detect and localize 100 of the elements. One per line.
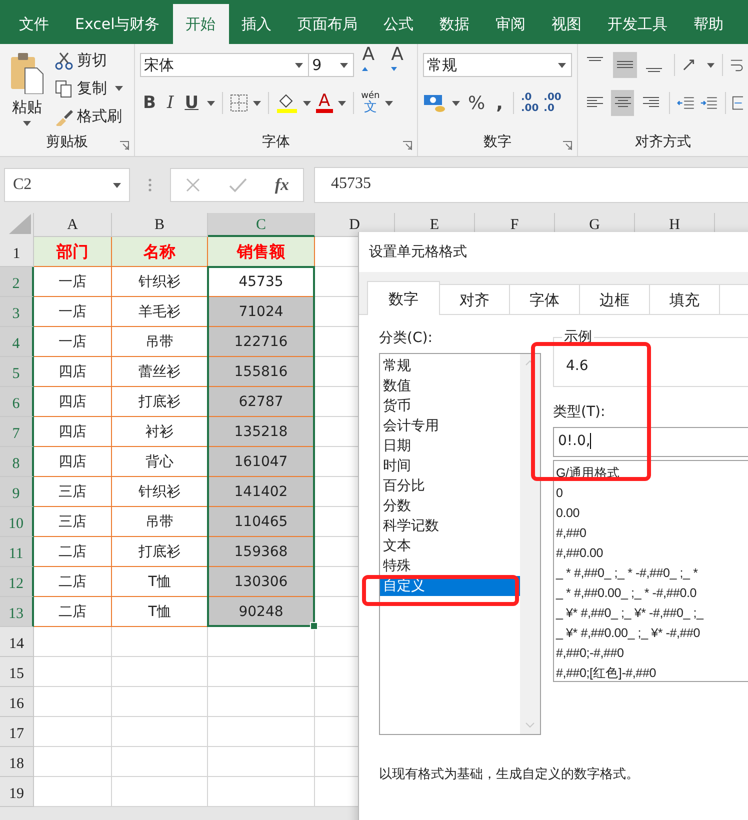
category-list[interactable]: 常规 数值 货币 会计专用 日期 时间 百分比 分数 科学记数 文本 特殊 自定义 [379,353,541,735]
align-middle-icon [616,61,634,69]
ribbon-tab[interactable]: 公式 [370,4,427,44]
currency-icon[interactable] [423,93,447,113]
format-item[interactable]: #,##0;[红色]-#,##0 [554,663,748,681]
row-header[interactable]: 12 [0,567,34,597]
ribbon-tab[interactable]: Excel与财务 [62,4,173,44]
scrollbar[interactable] [520,354,540,734]
format-item[interactable]: 0.00 [554,503,748,523]
insert-function-button[interactable]: fx [274,175,290,195]
cut-button[interactable]: 剪切 [55,50,123,71]
category-item[interactable]: 常规 [380,356,520,376]
row-header[interactable]: 2 [0,267,34,297]
row-header[interactable]: 16 [0,687,34,717]
drag-handle-icon[interactable] [148,177,152,193]
percent-button[interactable]: % [465,92,488,114]
borders-icon[interactable] [230,94,248,112]
row-header[interactable]: 14 [0,627,34,657]
row-header[interactable]: 4 [0,327,34,357]
ribbon-tab[interactable]: 插入 [228,4,285,44]
number-format-select[interactable]: 常规 [423,53,572,77]
format-item[interactable]: #,##0 [554,523,748,543]
fill-bucket-icon[interactable] [276,93,298,113]
font-color-button[interactable]: A [316,93,334,113]
copy-button[interactable]: 复制 [55,78,123,99]
decrease-font-size-button[interactable]: A [388,44,412,86]
format-item[interactable]: _ * #,##0.00_ ;_ * -#,##0.0 [554,583,748,603]
row-header[interactable]: 19 [0,777,34,807]
dialog-tab[interactable]: 边框 [579,284,650,314]
row-header[interactable]: 3 [0,297,34,327]
ribbon-tab[interactable]: 视图 [538,4,595,44]
table-cell: T恤 [112,567,208,597]
ribbon-tab[interactable]: 开始 [172,4,229,44]
row-header[interactable]: 17 [0,717,34,747]
decrease-decimal-button[interactable]: .00 .0 [544,92,562,114]
format-painter-button[interactable]: 格式刷 [55,106,123,127]
category-item[interactable]: 货币 [380,396,520,416]
ribbon-tab[interactable]: 审阅 [482,4,539,44]
formula-input[interactable]: 45735 [314,167,748,203]
comma-style-button[interactable]: , [493,92,506,114]
ribbon-tab[interactable]: 数据 [426,4,483,44]
bold-button[interactable]: B [140,93,159,113]
category-item[interactable]: 日期 [380,436,520,456]
format-item[interactable]: 0 [554,483,748,503]
paste-button[interactable]: 粘贴 [5,50,49,128]
category-item[interactable]: 会计专用 [380,416,520,436]
dialog-launcher-icon[interactable] [403,141,412,150]
increase-indent-icon[interactable] [700,95,718,111]
row-header[interactable]: 18 [0,747,34,777]
font-name-select[interactable]: 宋体 [140,53,310,77]
table-cell: 打底衫 [112,387,208,417]
format-item[interactable]: _ * #,##0_ ;_ * -#,##0_ ;_ * [554,563,748,583]
table-cell: 135218 [208,417,315,447]
category-item[interactable]: 百分比 [380,476,520,496]
decrease-indent-icon[interactable] [677,95,695,111]
dialog-tab[interactable]: 对齐 [439,284,510,314]
row-header[interactable]: 11 [0,537,34,567]
ribbon-tab[interactable]: 开发工具 [594,4,681,44]
category-item[interactable]: 特殊 [380,556,520,576]
dialog-launcher-icon[interactable] [563,141,572,150]
row-header[interactable]: 5 [0,357,34,387]
format-item[interactable]: #,##0;-#,##0 [554,643,748,663]
row-header[interactable]: 7 [0,417,34,447]
fill-handle[interactable] [310,622,318,630]
font-size-select[interactable]: 9 [308,53,354,77]
name-box[interactable]: C2 [4,168,130,202]
ribbon-tab[interactable]: 帮助 [680,4,737,44]
align-middle-button[interactable] [612,52,638,78]
row-header[interactable]: 15 [0,657,34,687]
row-header[interactable]: 10 [0,507,34,537]
category-item[interactable]: 时间 [380,456,520,476]
column-header[interactable]: C [208,213,315,237]
format-item[interactable]: _ ¥* #,##0_ ;_ ¥* -#,##0_ ;_ [554,603,748,623]
format-item[interactable]: #,##0.00 [554,543,748,563]
dialog-tab[interactable]: 数字 [367,281,440,315]
row-header[interactable]: 6 [0,387,34,417]
ribbon-tab[interactable]: 页面布局 [284,4,371,44]
category-item[interactable]: 文本 [380,536,520,556]
row-header[interactable]: 8 [0,447,34,477]
category-item[interactable]: 数值 [380,376,520,396]
row-header[interactable]: 13 [0,597,34,627]
merge-cells-icon[interactable] [732,94,744,112]
format-item[interactable]: _ ¥* #,##0.00_ ;_ ¥* -#,##0 [554,623,748,643]
dialog-tab[interactable]: 字体 [509,284,580,314]
category-item[interactable]: 科学记数 [380,516,520,536]
dialog-launcher-icon[interactable] [120,141,129,150]
row-header[interactable]: 1 [0,237,34,267]
phonetic-guide-button[interactable]: wén 文 [361,92,380,114]
table-cell: 141402 [208,477,315,507]
checkmark-icon[interactable] [228,177,247,193]
increase-font-size-button[interactable]: A [359,44,384,86]
italic-button[interactable]: I [164,93,177,113]
increase-decimal-button[interactable]: .0 .00 [520,92,539,114]
row-header[interactable]: 9 [0,477,34,507]
type-input-field[interactable]: 0!.0, [553,427,748,457]
ribbon-tab[interactable]: 文件 [6,4,62,44]
underline-button[interactable]: U [182,93,202,113]
dialog-tab[interactable]: 填充 [649,284,720,314]
align-center-button[interactable] [611,90,634,116]
category-item[interactable]: 分数 [380,496,520,516]
